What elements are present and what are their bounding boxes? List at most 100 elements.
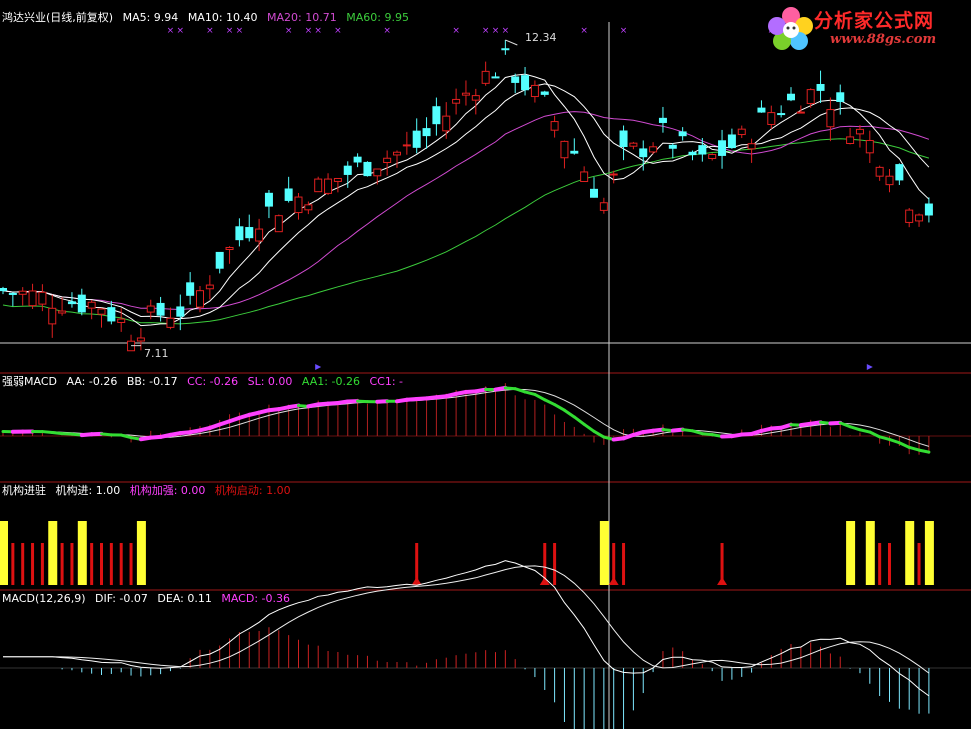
inst-red-bar <box>109 543 113 585</box>
inst-red-bar <box>90 543 94 585</box>
candle-body <box>225 246 234 251</box>
candle-body <box>787 93 795 101</box>
legend-aa: AA: -0.26 <box>66 375 118 388</box>
signal-mark: × <box>482 26 490 36</box>
watermark-url: www.88gs.com <box>830 32 937 47</box>
candle-body <box>511 76 520 83</box>
panel2-legend: 强弱MACD AA: -0.26 BB: -0.17 CC: -0.26 SL:… <box>2 375 409 388</box>
legend-ma5: MA5: 9.94 <box>122 11 179 24</box>
candle-body <box>718 140 727 156</box>
candle-body <box>0 287 7 292</box>
legend-aa1: AA1: -0.26 <box>301 375 360 388</box>
candle-body <box>905 209 914 223</box>
p2-strength-segment <box>562 408 576 419</box>
legend-ma20: MA20: 10.71 <box>267 11 337 24</box>
candle-body <box>737 128 746 136</box>
signal-mark: × <box>206 26 214 36</box>
inst-start-marker <box>608 577 619 585</box>
inst-red-bar <box>21 543 25 585</box>
candle-body <box>196 290 204 308</box>
candle-body <box>107 307 116 322</box>
candle-body <box>471 95 480 101</box>
ma60-line <box>2 138 930 325</box>
candle-body <box>274 215 283 233</box>
candle-body <box>846 136 855 145</box>
candle-body <box>166 317 175 328</box>
signal-mark: × <box>452 26 460 36</box>
candle-body <box>796 111 805 114</box>
candle-body <box>176 306 185 317</box>
inst-red-bar <box>878 543 882 585</box>
candle-body <box>619 130 628 148</box>
panel3-legend: 机构进驻 机构进: 1.00 机构加强: 0.00 机构启动: 1.00 <box>2 484 297 497</box>
inst-yellow-bar <box>77 521 87 585</box>
candle-body <box>38 291 47 305</box>
inst-yellow-bar <box>846 521 856 585</box>
candle-body <box>816 83 825 91</box>
inst-red-bar <box>119 543 123 585</box>
legend-jgqd: 机构启动: 1.00 <box>214 484 291 497</box>
signal-mark: × <box>177 26 185 36</box>
signal-mark: × <box>236 26 244 36</box>
candle-body <box>540 91 549 95</box>
candle-body <box>501 48 510 51</box>
inst-start-marker <box>411 577 422 585</box>
legend-bb: BB: -0.17 <box>126 375 178 388</box>
signal-mark: × <box>580 26 588 36</box>
candle-body <box>580 171 589 183</box>
candle-body <box>235 226 244 241</box>
candle-body <box>708 153 717 159</box>
panel4-title: MACD(12,26,9) <box>2 592 86 605</box>
candle-body <box>698 145 707 155</box>
panel1-legend: 鸿达兴业(日线,前复权) MA5: 9.94 MA10: 10.40 MA20:… <box>2 11 415 24</box>
signal-mark: × <box>383 26 391 36</box>
candle-body <box>609 173 618 176</box>
candle-body <box>314 178 323 193</box>
p2-strength-segment <box>473 387 488 394</box>
candle-body <box>481 70 490 84</box>
inst-red-bar <box>622 543 626 585</box>
candle-body <box>87 301 96 309</box>
candle-body <box>658 117 667 123</box>
candle-body <box>590 188 598 198</box>
inst-red-bar <box>31 543 35 585</box>
ma20-line <box>2 111 930 311</box>
candle-body <box>284 188 293 201</box>
p2-strength-segment <box>779 422 793 430</box>
candle-body <box>343 165 352 175</box>
candle-body <box>117 318 126 323</box>
p2-strength-segment <box>572 415 586 426</box>
candle-body <box>530 84 539 98</box>
chart-canvas: ××××××××××××××××× <box>0 22 971 729</box>
chart-window: { "colors": { "bg": "#000000", "up": "#e… <box>0 0 971 729</box>
candle-body <box>186 282 195 296</box>
candle-body <box>442 115 451 132</box>
candle-body <box>649 146 658 153</box>
candle-body <box>255 228 264 242</box>
inst-red-bar <box>553 543 557 585</box>
candle-body <box>363 161 372 177</box>
panel1-title: 鸿达兴业(日线,前复权) <box>2 11 114 24</box>
candle-body <box>333 177 342 182</box>
candle-body <box>806 89 815 104</box>
inst-red-bar <box>917 543 921 585</box>
candle-body <box>205 284 214 290</box>
candle-body <box>452 98 461 104</box>
candle-body <box>865 139 874 154</box>
watermark-title: 分析家公式网 <box>814 10 935 32</box>
candle-body <box>855 128 864 135</box>
candle-body <box>757 107 766 113</box>
candle-body <box>136 337 145 342</box>
candle-body <box>264 192 273 207</box>
candle-body <box>353 156 362 163</box>
candle-body <box>393 151 401 156</box>
candle-body <box>373 168 382 177</box>
inst-yellow-bar <box>865 521 875 585</box>
candle-body <box>58 310 67 314</box>
panel3-title: 机构进驻 <box>2 484 46 497</box>
panel4-legend: MACD(12,26,9) DIF: -0.07 DEA: 0.11 MACD:… <box>2 592 296 605</box>
inst-red-bar <box>40 543 44 585</box>
candle-body <box>304 204 313 211</box>
candle-body <box>412 130 421 148</box>
signal-mark: × <box>492 26 500 36</box>
